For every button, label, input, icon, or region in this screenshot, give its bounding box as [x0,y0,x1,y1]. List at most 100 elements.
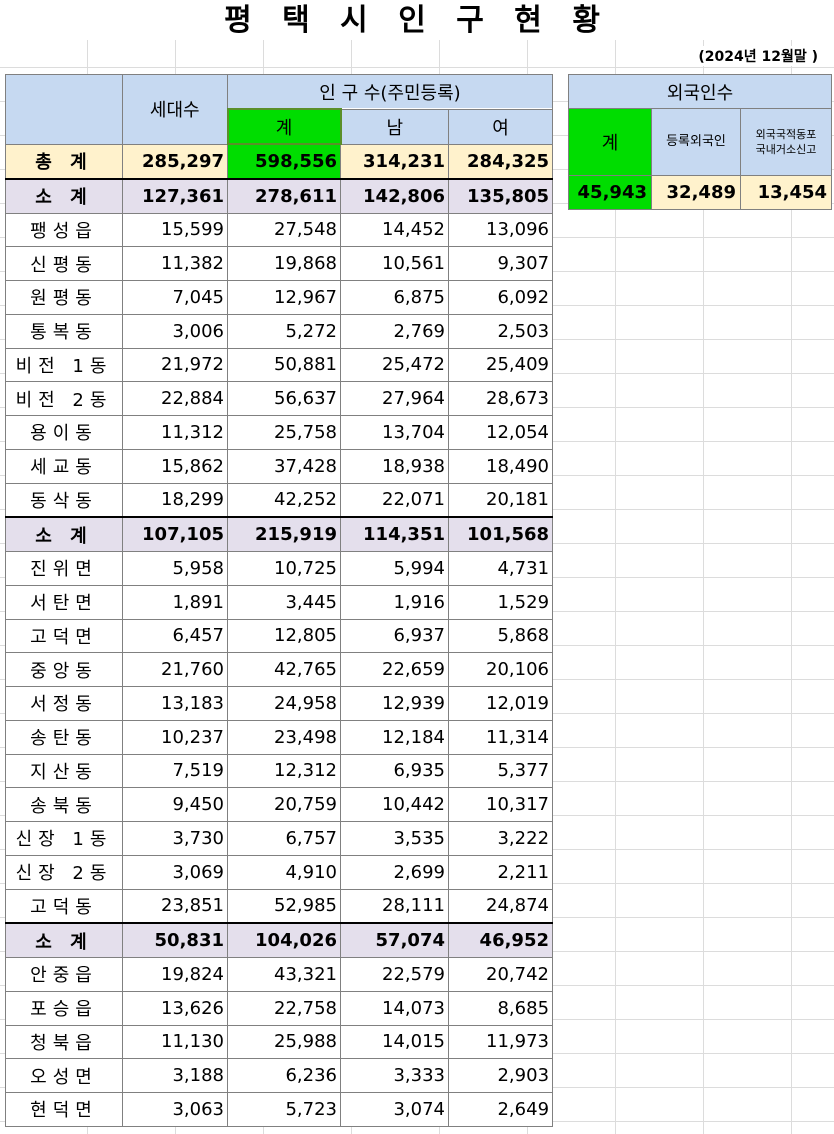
district-households: 22,884 [122,381,228,416]
district-name: 중앙동 [5,652,123,687]
table-row: 포승읍 13,626 22,758 14,073 8,685 [5,990,554,1026]
grand-total-households: 285,297 [122,143,228,180]
district-name: 세교동 [5,448,123,484]
district-households: 15,862 [122,448,228,484]
district-households: 18,299 [122,482,228,518]
district-name: 진위면 [5,551,123,586]
subtotal-households: 50,831 [122,922,228,959]
district-population: 12,967 [227,280,341,315]
district-population: 10,725 [227,551,341,586]
district-male: 3,535 [340,821,449,856]
district-households: 6,457 [122,618,228,654]
district-households: 11,312 [122,415,228,450]
district-female: 24,874 [447,888,554,924]
subtotal-population: 278,611 [227,177,341,214]
district-households: 11,382 [122,246,228,281]
date-note: (2024년 12월말 ) [696,46,820,66]
district-households: 7,045 [122,280,228,315]
district-male: 6,875 [340,280,449,315]
foreign-registered: 32,489 [651,175,741,210]
district-male: 5,994 [340,551,449,586]
subtotal-male: 142,806 [340,177,449,214]
district-population: 25,988 [227,1024,341,1060]
district-households: 21,760 [122,652,228,687]
district-female: 20,181 [447,482,554,518]
district-male: 14,452 [340,212,449,248]
table-row: 팽성읍 15,599 27,548 14,452 13,096 [5,212,554,248]
district-population: 22,758 [227,990,341,1026]
table-row: 신장 2동 3,069 4,910 2,699 2,211 [5,854,554,890]
district-households: 5,958 [122,551,228,586]
district-female: 5,377 [447,753,554,789]
district-population: 56,637 [227,381,341,416]
district-male: 6,935 [340,753,449,789]
district-female: 3,222 [447,821,554,856]
district-female: 5,868 [447,618,554,654]
district-female: 2,503 [447,313,554,349]
district-population: 12,805 [227,618,341,654]
district-male: 18,938 [340,448,449,484]
district-male: 27,964 [340,381,449,416]
district-female: 12,019 [447,686,554,721]
district-male: 22,579 [340,957,449,992]
subtotal-male: 114,351 [340,516,449,553]
district-female: 2,903 [447,1058,554,1093]
district-population: 6,236 [227,1058,341,1093]
district-households: 3,069 [122,854,228,890]
header-total: 계 [226,108,342,145]
table-row: 원평동 7,045 12,967 6,875 6,092 [5,280,554,315]
grand-total-label: 총 계 [5,143,123,180]
district-name: 원평동 [5,280,123,315]
foreign-col-registered: 등록외국인 [651,108,741,176]
foreign-compatriot: 13,454 [739,175,833,210]
district-name: 용이동 [5,415,123,450]
district-male: 10,561 [340,246,449,281]
table-row: 고덕동 23,851 52,985 28,111 24,874 [5,888,554,924]
district-male: 22,659 [340,652,449,687]
district-name: 신평동 [5,246,123,281]
table-row: 용이동 11,312 25,758 13,704 12,054 [5,415,554,450]
subtotal-row: 소 계 50,831 104,026 57,074 46,952 [5,922,554,959]
population-table: 세대수 인 구 수(주민등록) 계 남 여 총 계 285,297 598,55… [5,74,554,1127]
district-population: 6,757 [227,821,341,856]
header-households: 세대수 [122,74,228,145]
district-name: 오성면 [5,1058,123,1093]
district-male: 13,704 [340,415,449,450]
district-name: 현덕면 [5,1092,123,1127]
district-name: 서정동 [5,686,123,721]
district-households: 10,237 [122,719,228,755]
district-female: 1,529 [447,584,554,620]
district-population: 23,498 [227,719,341,755]
district-name: 서탄면 [5,584,123,620]
table-row: 현덕면 3,063 5,723 3,074 2,649 [5,1092,554,1127]
district-female: 18,490 [447,448,554,484]
district-female: 12,054 [447,415,554,450]
subtotal-row: 소 계 107,105 215,919 114,351 101,568 [5,516,554,553]
table-row: 중앙동 21,760 42,765 22,659 20,106 [5,652,554,687]
table-row: 오성면 3,188 6,236 3,333 2,903 [5,1058,554,1093]
district-female: 20,106 [447,652,554,687]
district-female: 11,314 [447,719,554,755]
subtotal-population: 104,026 [227,922,341,959]
table-row: 동삭동 18,299 42,252 22,071 20,181 [5,482,554,518]
district-name: 송북동 [5,787,123,822]
district-male: 14,073 [340,990,449,1026]
foreign-col-compatriot-line1: 외국국적동포 [755,128,817,141]
subtotal-female: 135,805 [447,177,554,214]
district-male: 2,699 [340,854,449,890]
district-female: 10,317 [447,787,554,822]
foreign-col-compatriot-line2: 국내거소신고 [755,143,817,156]
district-population: 37,428 [227,448,341,484]
table-row: 안중읍 19,824 43,321 22,579 20,742 [5,957,554,992]
table-row: 서탄면 1,891 3,445 1,916 1,529 [5,584,554,620]
district-male: 28,111 [340,888,449,924]
subtotal-population: 215,919 [227,516,341,553]
district-name: 고덕면 [5,618,123,654]
table-row: 세교동 15,862 37,428 18,938 18,490 [5,448,554,484]
grand-total-male: 314,231 [340,143,449,180]
header-female: 여 [447,108,554,145]
district-households: 19,824 [122,957,228,992]
district-female: 6,092 [447,280,554,315]
table-row: 비전 2동 22,884 56,637 27,964 28,673 [5,381,554,416]
district-population: 27,548 [227,212,341,248]
